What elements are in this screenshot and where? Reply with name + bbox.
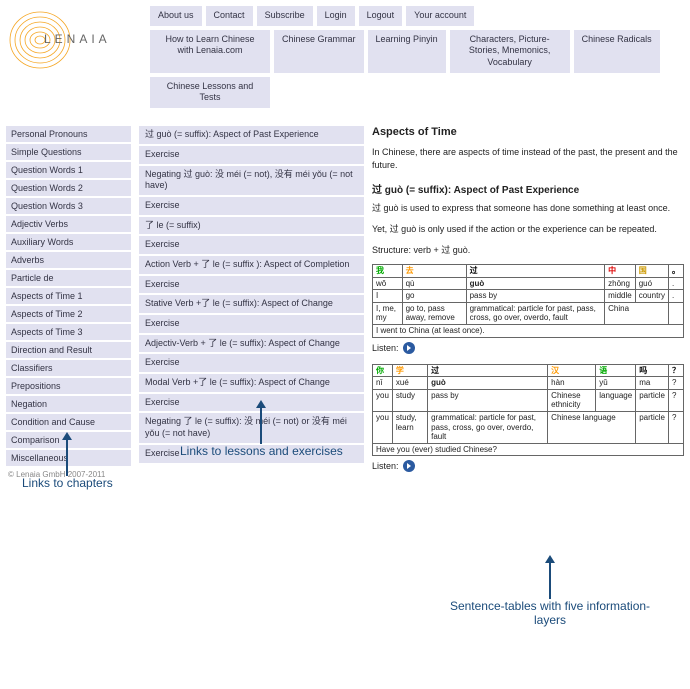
sidebar-item[interactable]: Classifiers — [6, 360, 131, 376]
play-icon[interactable] — [403, 342, 415, 354]
nav-about-us[interactable]: About us — [150, 6, 202, 26]
lesson-item[interactable]: Exercise — [139, 236, 364, 254]
mainnav-item[interactable]: Chinese Grammar — [274, 30, 364, 73]
sidebar-item[interactable]: Aspects of Time 2 — [6, 306, 131, 322]
lesson-item[interactable]: Stative Verb +了 le (= suffix): Aspect of… — [139, 295, 364, 313]
sidebar-item[interactable]: Particle de — [6, 270, 131, 286]
section-title: 过 guò (= suffix): Aspect of Past Experie… — [372, 181, 684, 196]
nav-login[interactable]: Login — [317, 6, 355, 26]
annotation-lessons: Links to lessons and exercises — [180, 444, 343, 458]
listen-label: Listen: — [372, 343, 399, 353]
nav-logout[interactable]: Logout — [359, 6, 403, 26]
sidebar-item[interactable]: Question Words 3 — [6, 198, 131, 214]
mainnav-item[interactable]: Chinese Lessons and Tests — [150, 77, 270, 108]
lesson-item[interactable]: Action Verb + 了 le (= suffix ): Aspect o… — [139, 256, 364, 274]
mainnav-item[interactable]: How to Learn Chinese with Lenaia.com — [150, 30, 270, 73]
lesson-item[interactable]: Modal Verb +了 le (= suffix): Aspect of C… — [139, 374, 364, 392]
nav-contact[interactable]: Contact — [206, 6, 253, 26]
sidebar-item[interactable]: Personal Pronouns — [6, 126, 131, 142]
sidebar-item[interactable]: Question Words 2 — [6, 180, 131, 196]
sidebar-item[interactable]: Negation — [6, 396, 131, 412]
page-title: Aspects of Time — [372, 126, 684, 138]
lesson-item[interactable]: 过 guò (= suffix): Aspect of Past Experie… — [139, 126, 364, 144]
logo: LENAIA — [6, 6, 126, 76]
sidebar-item[interactable]: Prepositions — [6, 378, 131, 394]
sidebar-item[interactable]: Auxiliary Words — [6, 234, 131, 250]
annotation-content: Sentence-tables with five information-la… — [440, 599, 660, 627]
mainnav-item[interactable]: Learning Pinyin — [368, 30, 446, 73]
lesson-item[interactable]: Adjectiv-Verb + 了 le (= suffix): Aspect … — [139, 335, 364, 353]
lesson-item[interactable]: Exercise — [139, 197, 364, 215]
structure-text: Structure: verb + 过 guò. — [372, 244, 684, 257]
sidebar-item[interactable]: Simple Questions — [6, 144, 131, 160]
sentence-table: 我去过中国。wǒqùguòzhōngguó.Igopass bymiddleco… — [372, 264, 684, 338]
mainnav-item[interactable]: Characters, Picture-Stories, Mnemonics, … — [450, 30, 570, 73]
sentence-table: 你学过汉语吗？nǐxuéguòhànyǔma?youstudypass byCh… — [372, 364, 684, 457]
sidebar-item[interactable]: Question Words 1 — [6, 162, 131, 178]
sidebar-item[interactable]: Adverbs — [6, 252, 131, 268]
sidebar-item[interactable]: Adjectiv Verbs — [6, 216, 131, 232]
play-icon[interactable] — [403, 460, 415, 472]
lesson-item[interactable]: 了 le (= suffix) — [139, 217, 364, 235]
lesson-item[interactable]: Negating 过 guò: 没 méi (= not), 没有 méi yǒ… — [139, 166, 364, 195]
nav-subscribe[interactable]: Subscribe — [257, 6, 313, 26]
top-nav: About usContactSubscribeLoginLogoutYour … — [150, 6, 684, 26]
listen-label: Listen: — [372, 461, 399, 471]
logo-text: LENAIA — [44, 32, 111, 46]
sidebar-item[interactable]: Aspects of Time 1 — [6, 288, 131, 304]
mainnav-item[interactable]: Chinese Radicals — [574, 30, 660, 73]
sidebar-item[interactable]: Direction and Result — [6, 342, 131, 358]
paragraph: 过 guò is used to express that someone ha… — [372, 202, 684, 215]
sidebar-item[interactable]: Condition and Cause — [6, 414, 131, 430]
lesson-item[interactable]: Exercise — [139, 315, 364, 333]
lesson-item[interactable]: Exercise — [139, 354, 364, 372]
main-content: Aspects of Time In Chinese, there are as… — [372, 126, 684, 482]
main-nav: How to Learn Chinese with Lenaia.comChin… — [150, 30, 684, 108]
nav-your-account[interactable]: Your account — [406, 6, 474, 26]
lesson-item[interactable]: Exercise — [139, 146, 364, 164]
sidebar: Personal Pronouns Simple Questions Questio… — [6, 126, 131, 482]
intro-text: In Chinese, there are aspects of time in… — [372, 146, 684, 171]
annotation-sidebar: Links to chapters — [22, 476, 113, 490]
lesson-item[interactable]: Exercise — [139, 276, 364, 294]
paragraph: Yet, 过 guò is only used if the action or… — [372, 223, 684, 236]
sidebar-item[interactable]: Aspects of Time 3 — [6, 324, 131, 340]
